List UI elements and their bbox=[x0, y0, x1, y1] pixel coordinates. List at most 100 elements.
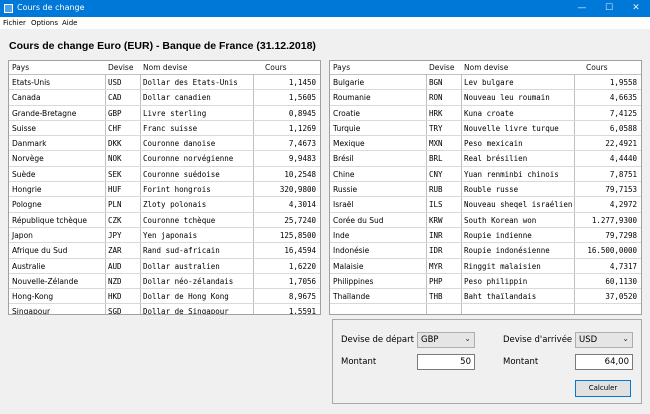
cell-nom: Nouveau sheqel israélien bbox=[464, 200, 573, 210]
cell-cours: 79,7298 bbox=[605, 230, 637, 240]
cell-devise: USD bbox=[108, 78, 122, 87]
table-row[interactable]: Inde INR Roupie indienne 79,7298 bbox=[330, 228, 641, 244]
table-row[interactable]: Suisse CHF Franc suisse 1,1269 bbox=[9, 121, 320, 137]
table-row[interactable]: Croatie HRK Kuna croate 7,4125 bbox=[330, 106, 641, 121]
amount-input[interactable]: 50 bbox=[417, 354, 475, 370]
amount-label: Montant bbox=[341, 357, 377, 367]
table-row[interactable]: Suède SEK Couronne suédoise 10,2548 bbox=[9, 167, 320, 183]
col-cours[interactable]: Cours bbox=[586, 63, 608, 72]
table-row[interactable]: Thaïlande THB Baht thaïlandais 37,0520 bbox=[330, 289, 641, 305]
cell-cours: 8,9675 bbox=[288, 292, 316, 302]
from-currency-select[interactable]: GBP ⌄ bbox=[417, 332, 475, 348]
col-nom[interactable]: Nom devise bbox=[143, 63, 187, 72]
cell-devise: IDR bbox=[429, 246, 443, 256]
table-row[interactable]: Singapour SGD Dollar de Singapour 1,5591 bbox=[9, 304, 320, 315]
cell-pays: Philippines bbox=[333, 276, 374, 286]
table-row[interactable] bbox=[330, 304, 641, 314]
minimize-button[interactable]: — bbox=[569, 0, 595, 17]
cell-pays: République tchèque bbox=[12, 215, 88, 225]
table-row[interactable]: Japon JPY Yen japonais 125,8500 bbox=[9, 228, 320, 244]
cell-pays: Croatie bbox=[333, 108, 360, 118]
col-devise[interactable]: Devise bbox=[108, 63, 133, 72]
cell-nom: Dollar des Etats-Unis bbox=[143, 78, 238, 87]
table-row[interactable]: Pologne PLN Zloty polonais 4,3014 bbox=[9, 197, 320, 213]
table-row[interactable]: Turquie TRY Nouvelle livre turque 6,0588 bbox=[330, 121, 641, 137]
table-row[interactable]: Indonésie IDR Roupie indonésienne 16.500,00… bbox=[330, 243, 641, 259]
table-row[interactable]: Philippines PHP Peso philippin 60,1130 bbox=[330, 274, 641, 290]
table-row[interactable]: Chine CNY Yuan renminbi chinois 7,8751 bbox=[330, 167, 641, 183]
cell-devise: INR bbox=[429, 230, 443, 240]
chevron-down-icon: ⌄ bbox=[464, 334, 471, 343]
cell-pays: Grande-Bretagne bbox=[12, 108, 77, 118]
cell-devise: PHP bbox=[429, 276, 443, 286]
cell-nom: Dollar néo-zélandais bbox=[143, 276, 234, 286]
col-devise[interactable]: Devise bbox=[429, 63, 454, 72]
table-row[interactable]: Danmark DKK Couronne danoise 7,4673 bbox=[9, 136, 320, 152]
cell-devise: GBP bbox=[108, 108, 122, 118]
cell-cours: 37,0520 bbox=[605, 292, 637, 302]
app-icon bbox=[4, 4, 13, 13]
col-pays[interactable]: Pays bbox=[12, 63, 29, 72]
cell-pays: Turquie bbox=[333, 123, 361, 133]
close-button[interactable]: ✕ bbox=[623, 0, 649, 17]
menu-aide[interactable]: Aide bbox=[62, 19, 77, 27]
table-row[interactable]: Bulgarie BGN Lev bulgare 1,9558 bbox=[330, 75, 641, 91]
table-row[interactable]: Australie AUD Dollar australien 1,6220 bbox=[9, 259, 320, 274]
maximize-button[interactable]: ☐ bbox=[596, 0, 622, 17]
cell-devise: MYR bbox=[429, 261, 443, 271]
to-currency-select[interactable]: USD ⌄ bbox=[575, 332, 633, 348]
col-cours[interactable]: Cours bbox=[265, 63, 287, 72]
table-row[interactable]: Roumanie RON Nouveau leu roumain 4,6635 bbox=[330, 90, 641, 106]
table-row[interactable]: Malaisie MYR Ringgit malaisien 4,7317 bbox=[330, 259, 641, 274]
table-row[interactable]: Afrique du Sud ZAR Rand sud-africain 16,459… bbox=[9, 243, 320, 259]
cell-pays: Israël bbox=[333, 200, 354, 210]
col-pays[interactable]: Pays bbox=[333, 63, 350, 72]
cell-devise: RON bbox=[429, 93, 443, 103]
cell-pays: Norvège bbox=[12, 154, 44, 164]
rates-table-right[interactable]: Pays Devise Nom devise Cours Bulgarie BGN… bbox=[329, 60, 642, 315]
cell-nom: Rouble russe bbox=[464, 185, 519, 195]
cell-nom: Dollar australien bbox=[143, 261, 220, 271]
table-row[interactable]: Grande-Bretagne GBP Livre sterling 0,8945 bbox=[9, 106, 320, 121]
cell-nom: Peso philippin bbox=[464, 276, 528, 286]
cell-nom: Yuan renminbi chinois bbox=[464, 169, 559, 179]
cell-nom: Dollar de Singapour bbox=[143, 307, 229, 315]
chevron-down-icon: ⌄ bbox=[622, 334, 629, 343]
col-nom[interactable]: Nom devise bbox=[464, 63, 508, 72]
cell-cours: 4,3014 bbox=[288, 200, 316, 210]
cell-devise: JPY bbox=[108, 230, 122, 240]
cell-nom: Couronne tchèque bbox=[143, 215, 216, 225]
table-row[interactable]: Hong-Kong HKD Dollar de Hong Kong 8,9675 bbox=[9, 289, 320, 305]
result-field: 64,00 bbox=[575, 354, 633, 370]
result-label: Montant bbox=[503, 357, 539, 367]
table-row[interactable]: Hongrie HUF Forint hongrois 320,9800 bbox=[9, 182, 320, 198]
table-row[interactable]: Russie RUB Rouble russe 79,7153 bbox=[330, 182, 641, 198]
cell-devise: CHF bbox=[108, 123, 122, 133]
table-row[interactable]: Brésil BRL Real brésilien 4,4440 bbox=[330, 151, 641, 167]
menu-fichier[interactable]: Fichier bbox=[3, 19, 26, 27]
table-row[interactable]: Etats-Unis USD Dollar des Etats-Unis 1,1450 bbox=[9, 75, 320, 91]
table-row[interactable]: République tchèque CZK Couronne tchèque 25,… bbox=[9, 213, 320, 228]
table-row[interactable]: Norvège NOK Couronne norvégienne 9,9483 bbox=[9, 151, 320, 167]
cell-cours: 125,8500 bbox=[279, 230, 316, 240]
table-row[interactable]: Corée du Sud KRW South Korean won 1.277,930… bbox=[330, 213, 641, 228]
menu-options[interactable]: Options bbox=[31, 19, 58, 27]
cell-pays: Russie bbox=[333, 185, 358, 195]
cell-devise: HUF bbox=[108, 185, 122, 195]
cell-cours: 320,9800 bbox=[279, 185, 316, 195]
table-row[interactable]: Mexique MXN Peso mexicain 22,4921 bbox=[330, 136, 641, 152]
table-row[interactable]: Nouvelle-Zélande NZD Dollar néo-zélandais 1… bbox=[9, 274, 320, 290]
cell-cours: 0,8945 bbox=[288, 108, 316, 118]
cell-devise: BRL bbox=[429, 154, 443, 164]
cell-pays: Chine bbox=[333, 169, 355, 179]
rates-table-left[interactable]: Pays Devise Nom devise Cours Etats-Unis U… bbox=[8, 60, 321, 315]
table-row[interactable]: Israël ILS Nouveau sheqel israélien 4,2972 bbox=[330, 197, 641, 213]
cell-pays: Hong-Kong bbox=[12, 292, 54, 302]
cell-nom: Rand sud-africain bbox=[143, 246, 220, 256]
calculate-button[interactable]: Calculer bbox=[575, 380, 631, 397]
cell-devise: HKD bbox=[108, 292, 122, 302]
cell-pays: Brésil bbox=[333, 154, 354, 164]
table-row[interactable]: Canada CAD Dollar canadien 1,5605 bbox=[9, 90, 320, 106]
cell-nom: Real brésilien bbox=[464, 154, 528, 164]
cell-pays: Singapour bbox=[12, 307, 51, 315]
